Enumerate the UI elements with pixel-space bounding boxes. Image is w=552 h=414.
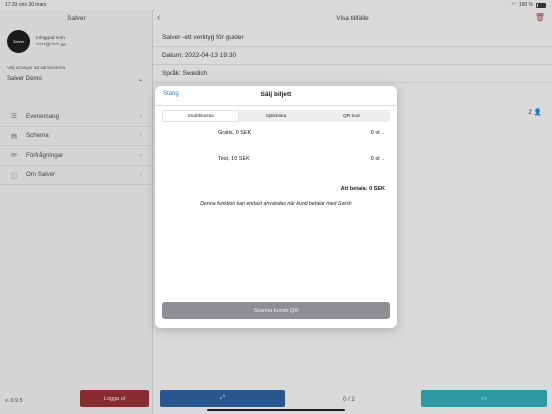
- person-icon: 👤: [533, 109, 542, 116]
- sidebar-item-label: Om Salver: [26, 171, 56, 179]
- chevron-right-icon: ›: [139, 171, 142, 179]
- ticket-name: Test, 10 SEK: [218, 156, 250, 162]
- sidebar-item-label: Schema: [26, 132, 49, 140]
- salver-logo: Salver: [7, 30, 30, 53]
- battery-icon: [536, 2, 546, 8]
- sidebar-title: Salver: [67, 15, 86, 22]
- organizer-value: Salver Demo: [7, 76, 42, 82]
- info-language: Språk: Swedish: [153, 65, 552, 83]
- logged-in-label: Inloggad som: [36, 35, 65, 41]
- payment-mode-tabs: Snabbkassa Självboka QR-kod: [162, 110, 390, 122]
- modal-title: Sälj biljett: [260, 91, 292, 98]
- ticket-qty-select[interactable]: 0 st ⌄: [371, 130, 385, 136]
- attendee-count-value: 2: [528, 108, 532, 116]
- ticket-qty-value: 0 st: [370, 130, 380, 136]
- total-amount: Att betala: 0 SEK: [340, 186, 385, 192]
- modal-header: Stäng Sälj biljett: [155, 86, 397, 106]
- chevron-updown-icon: ⌄: [381, 130, 385, 135]
- account-info: Salver Inloggad som *****@*****.se: [7, 30, 66, 53]
- status-bar: 17:33 ons 30 mars ◠ 100 %: [0, 0, 552, 10]
- wifi-icon: ◠: [511, 2, 516, 8]
- screen-icon: ▭: [481, 396, 487, 402]
- pager: 0 / 2: [343, 397, 355, 403]
- ticket-name: Gratis, 0 SEK: [218, 130, 252, 136]
- expand-icon: ⤢: [220, 395, 225, 401]
- logged-in-user: *****@*****.se: [36, 42, 66, 48]
- sidebar-item-evenemang[interactable]: ☰ Evenemang ›: [0, 107, 153, 127]
- chevron-right-icon: ›: [139, 151, 142, 159]
- sidebar-nav: ☰ Evenemang › ▤ Schema › ✉ Förfrågningar…: [0, 107, 153, 185]
- chevron-updown-icon: ⌄: [381, 156, 385, 161]
- calendar-icon: ☰: [11, 113, 17, 121]
- app-version: v. 0.9.5: [5, 398, 23, 404]
- sidebar-item-label: Förfrågningar: [26, 151, 64, 159]
- chevron-right-icon: ›: [139, 132, 142, 140]
- ticket-qty-value: 0 st: [370, 156, 380, 162]
- sell-ticket-modal: Stäng Sälj biljett Snabbkassa Självboka …: [155, 86, 397, 328]
- sidebar-item-om-salver[interactable]: ⓘ Om Salver ›: [0, 166, 153, 185]
- chevron-right-icon: ›: [139, 112, 142, 120]
- status-time: 17:33 ons 30 mars: [5, 2, 47, 8]
- sidebar-item-label: Evenemang: [26, 112, 60, 120]
- schedule-icon: ▤: [10, 132, 18, 140]
- info-icon: ⓘ: [10, 172, 18, 180]
- trash-icon[interactable]: 🗑: [535, 13, 545, 22]
- battery-percent: 100 %: [518, 2, 533, 8]
- attendee-count[interactable]: 2 👤: [528, 108, 542, 117]
- present-button[interactable]: ▭: [421, 390, 547, 407]
- tab-snabbkassa[interactable]: Snabbkassa: [163, 111, 239, 121]
- scan-qr-button[interactable]: Skanna kunds QR: [162, 302, 390, 319]
- sidebar: Salver Salver Inloggad som *****@*****.s…: [0, 10, 153, 414]
- swish-notice: Denna funktion kan endast användas när k…: [200, 201, 352, 207]
- sidebar-item-schema[interactable]: ▤ Schema ›: [0, 127, 153, 146]
- ticket-qty-select[interactable]: 0 st ⌄: [371, 156, 385, 162]
- mail-icon: ✉: [11, 152, 17, 160]
- sidebar-item-forfragningar[interactable]: ✉ Förfrågningar ›: [0, 146, 153, 166]
- home-indicator: [207, 408, 345, 411]
- top-bar: ‹ Visa tillfälle 🗑: [153, 12, 552, 26]
- expand-button[interactable]: ⤢: [160, 390, 285, 407]
- chevron-down-icon: ⌄: [137, 77, 143, 83]
- organizer-select[interactable]: Salver Demo ⌄: [7, 76, 143, 83]
- logout-button[interactable]: Logga ut: [80, 390, 149, 407]
- tab-sjalvboka[interactable]: Självboka: [238, 111, 313, 121]
- tab-qr-kod[interactable]: QR-kod: [314, 111, 389, 121]
- info-date: Datum: 2022-04-13 19:30: [153, 47, 552, 65]
- admin-note: Välj arrangör att administrera: [7, 65, 66, 70]
- page-title: Visa tillfälle: [336, 15, 369, 22]
- info-title: Salver -ett verktyg för guider: [153, 29, 552, 47]
